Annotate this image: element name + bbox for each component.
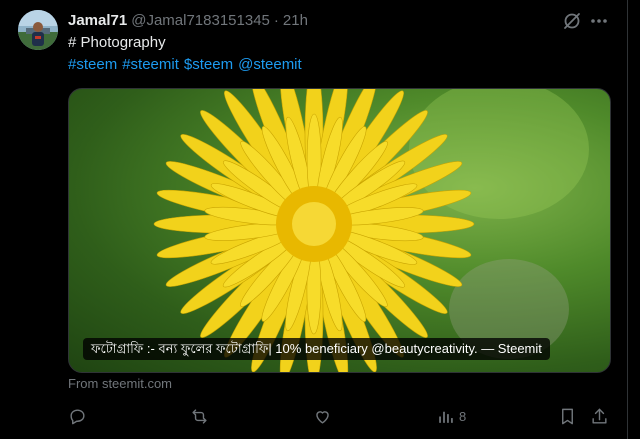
author-name[interactable]: Jamal71 (68, 12, 127, 29)
cashtag-link[interactable]: $steem (184, 56, 233, 73)
mention-link[interactable]: @steemit (238, 56, 302, 73)
post-time[interactable]: 21h (283, 12, 308, 29)
column-divider (627, 0, 628, 439)
tweet[interactable]: Jamal71 @Jamal7183151345 · 21h # Photogr… (0, 0, 627, 439)
views-count: 8 (459, 408, 467, 424)
reply-button[interactable] (68, 404, 87, 428)
bookmark-button[interactable] (558, 404, 577, 428)
hashtag-link[interactable]: #steemit (122, 56, 179, 73)
flower-photo (153, 89, 589, 372)
link-card[interactable]: ফটোগ্রাফি :- বন্য ফুলের ফটোগ্রাফি| 10% b… (68, 88, 611, 373)
card-caption: ফটোগ্রাফি :- বন্য ফুলের ফটোগ্রাফি| 10% b… (83, 338, 550, 360)
like-button[interactable] (313, 404, 332, 428)
grok-icon[interactable] (562, 11, 582, 31)
like-icon (316, 410, 329, 424)
bookmark-icon (562, 408, 573, 424)
reply-icon (70, 408, 85, 424)
repost-button[interactable] (190, 404, 209, 428)
avatar[interactable] (18, 10, 58, 50)
share-button[interactable] (590, 404, 609, 428)
views-icon (439, 411, 453, 423)
views-button[interactable]: 8 (436, 404, 466, 428)
separator-dot: · (273, 11, 279, 29)
post-hashtags: #steem #steemit $steem @steemit (68, 56, 307, 73)
repost-icon (192, 408, 207, 424)
author-handle[interactable]: @Jamal7183151345 (131, 12, 270, 29)
post-text-title: # Photography (68, 34, 166, 51)
hashtag-link[interactable]: #steem (68, 56, 117, 73)
tweet-header: Jamal71 @Jamal7183151345 · 21h (68, 10, 308, 30)
share-icon (592, 408, 607, 424)
action-bar: 8 (68, 404, 613, 428)
more-options-icon[interactable] (589, 11, 609, 31)
source-link[interactable]: From steemit.com (68, 376, 172, 391)
